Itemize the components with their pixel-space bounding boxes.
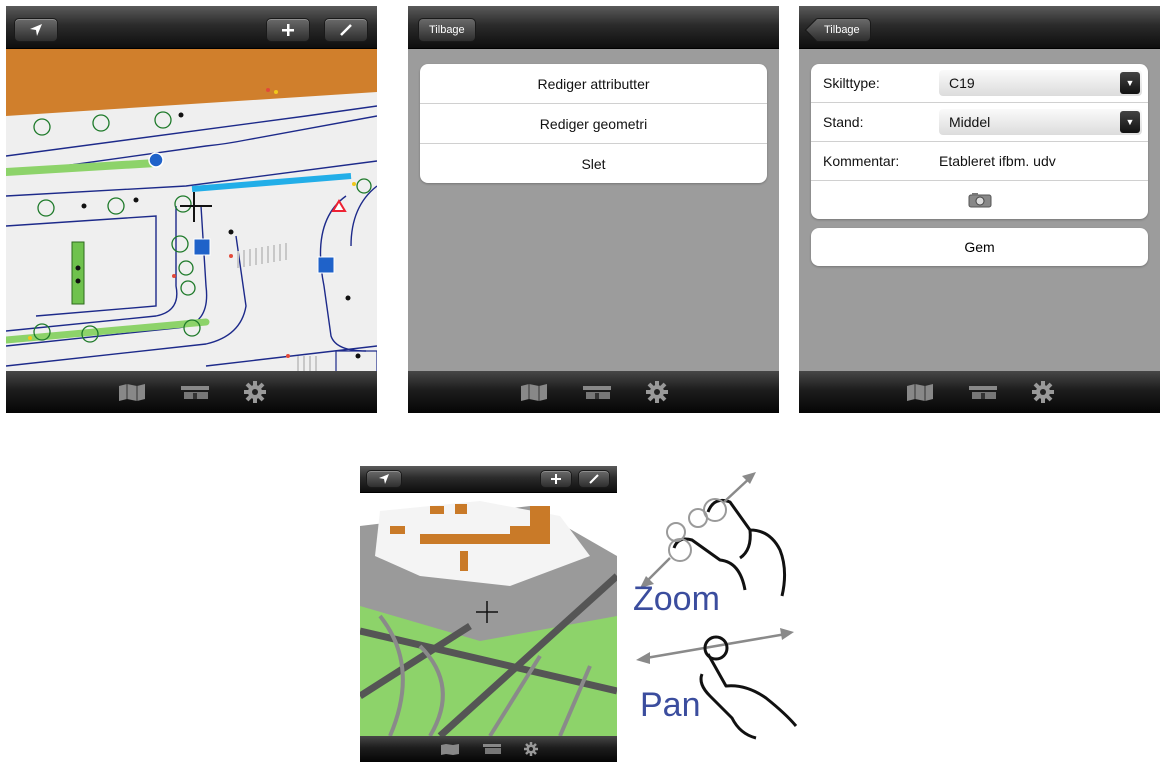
gear-icon[interactable]: [243, 381, 266, 403]
zoom-label: Zoom: [633, 580, 720, 618]
list-icon[interactable]: [482, 743, 502, 755]
location-arrow-icon: [30, 24, 42, 36]
comment-label: Kommentar:: [823, 153, 900, 169]
back-button[interactable]: Tilbage: [815, 18, 871, 42]
map-screen: [6, 6, 377, 413]
edit-attributes-button[interactable]: Rediger attributter: [420, 64, 767, 104]
menu-screen: Tilbage Rediger attributter Rediger geom…: [408, 6, 779, 413]
menu-tabbar: [408, 371, 779, 413]
pencil-icon: [340, 24, 352, 36]
map-icon[interactable]: [440, 743, 460, 755]
map-icon[interactable]: [118, 383, 146, 401]
plus-icon: [282, 24, 294, 36]
locate-button[interactable]: [14, 18, 58, 42]
map-tabbar: [6, 371, 377, 413]
location-arrow-icon: [379, 474, 389, 484]
condition-row: Stand: Middel ▼: [811, 103, 1148, 142]
sign-type-select[interactable]: C19 ▼: [939, 70, 1142, 96]
gear-icon[interactable]: [523, 742, 538, 756]
action-menu: Rediger attributter Rediger geometri Sle…: [420, 64, 767, 183]
overview-map-screen: [360, 466, 617, 762]
map-icon[interactable]: [520, 383, 548, 401]
sign-type-row: Skilttype: C19 ▼: [811, 64, 1148, 103]
dropdown-arrow-icon: ▼: [1120, 72, 1140, 94]
pan-label: Pan: [640, 686, 701, 724]
overview-map[interactable]: [360, 466, 617, 762]
condition-select[interactable]: Middel ▼: [939, 109, 1142, 135]
back-label: Tilbage: [824, 24, 860, 36]
locate-button[interactable]: [366, 470, 402, 488]
back-button[interactable]: Tilbage: [418, 18, 476, 42]
dropdown-arrow-icon: ▼: [1120, 111, 1140, 133]
comment-row: Kommentar: Etableret ifbm. udv: [811, 142, 1148, 181]
condition-value: Middel: [949, 114, 991, 130]
edit-button[interactable]: [578, 470, 610, 488]
condition-label: Stand:: [823, 114, 864, 130]
overview-toolbar: [360, 466, 617, 493]
form-tabbar: [799, 371, 1160, 413]
form-screen: Tilbage Skilttype: C19 ▼ Stand: Middel ▼…: [799, 6, 1160, 413]
list-icon[interactable]: [968, 384, 998, 400]
map-toolbar: [6, 6, 377, 49]
delete-button[interactable]: Slet: [420, 144, 767, 183]
pencil-icon: [589, 474, 599, 484]
gear-icon[interactable]: [1031, 381, 1054, 403]
add-button[interactable]: [540, 470, 572, 488]
attribute-form: Skilttype: C19 ▼ Stand: Middel ▼ Komment…: [811, 64, 1148, 219]
sign-type-value: C19: [949, 75, 975, 91]
edit-button[interactable]: [324, 18, 368, 42]
map-icon[interactable]: [906, 383, 934, 401]
comment-field[interactable]: Etableret ifbm. udv: [939, 153, 1148, 169]
menu-toolbar: Tilbage: [408, 6, 779, 49]
camera-row: [811, 181, 1148, 219]
camera-icon[interactable]: [968, 192, 992, 208]
add-button[interactable]: [266, 18, 310, 42]
gear-icon[interactable]: [645, 381, 668, 403]
list-icon[interactable]: [180, 384, 210, 400]
overview-tabbar: [360, 736, 617, 762]
list-icon[interactable]: [582, 384, 612, 400]
plus-icon: [551, 474, 561, 484]
edit-geometry-button[interactable]: Rediger geometri: [420, 104, 767, 144]
form-toolbar: Tilbage: [799, 6, 1160, 49]
detail-map[interactable]: [6, 6, 377, 413]
save-button[interactable]: Gem: [811, 228, 1148, 266]
sign-type-label: Skilttype:: [823, 75, 880, 91]
